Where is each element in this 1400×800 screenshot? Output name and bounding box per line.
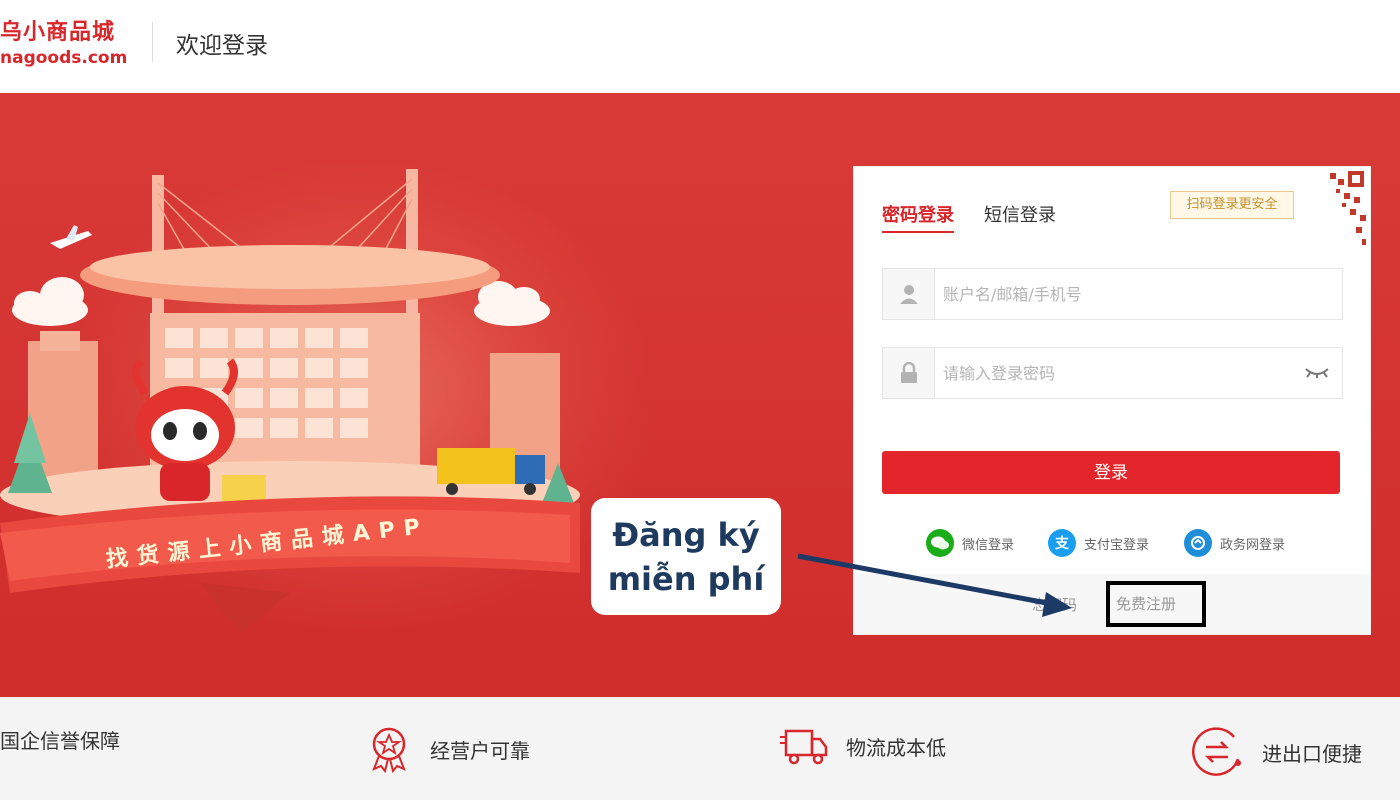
site-logo[interactable]: 乌小商品城 nagoods.com — [0, 20, 127, 68]
free-register-link[interactable]: 免费注册 — [1106, 581, 1206, 627]
feature-item: 经营户可靠 — [366, 725, 530, 773]
user-icon — [883, 269, 935, 319]
password-field — [882, 347, 1343, 399]
annotation-callout: Đăng ký miễn phí — [591, 498, 781, 615]
market-illustration — [0, 169, 580, 633]
eye-closed-icon[interactable] — [1304, 365, 1330, 379]
gov-login-label: 政务网登录 — [1220, 537, 1286, 553]
lock-icon — [883, 348, 935, 398]
login-panel: 密码登录 短信登录 扫码登录更安全 账户名/邮箱/手机号 登录 微信登录 支 支… — [853, 166, 1371, 635]
gov-login-link[interactable]: 政务网登录 — [1184, 529, 1285, 557]
logo-chinese-text: 乌小商品城 — [0, 20, 116, 45]
gov-icon — [1184, 529, 1212, 557]
logo-domain-text: nagoods.com — [0, 48, 128, 68]
features-bar: 国企信誉保障 经营户可靠 物流成本低 进出口便捷 — [0, 697, 1400, 800]
feature-label: 国企信誉保障 — [0, 729, 120, 753]
feature-label: 经营户可靠 — [430, 738, 530, 763]
award-icon — [372, 727, 406, 773]
forgot-password-link[interactable]: 忘密码 — [1032, 594, 1077, 615]
login-button[interactable]: 登录 — [882, 451, 1340, 494]
truck-icon — [780, 729, 828, 765]
login-footer: 忘密码 免费注册 — [854, 574, 1370, 634]
password-input[interactable] — [943, 348, 1303, 398]
site-header: 乌小商品城 nagoods.com 欢迎登录 — [0, 0, 1400, 93]
feature-label: 物流成本低 — [846, 735, 946, 760]
account-input[interactable] — [943, 269, 1303, 319]
annotation-line-1: Đăng ký — [612, 515, 760, 554]
tab-sms-login[interactable]: 短信登录 — [984, 201, 1056, 227]
alipay-login-link[interactable]: 支 支付宝登录 — [1048, 529, 1149, 557]
qr-login-tip[interactable]: 扫码登录更安全 — [1170, 191, 1294, 219]
wechat-login-label: 微信登录 — [962, 537, 1015, 553]
feature-item: 国企信誉保障 — [0, 725, 120, 754]
page-title: 欢迎登录 — [176, 33, 268, 59]
cloud-left-icon — [12, 277, 88, 326]
annotation-line-2: miễn phí — [607, 559, 765, 598]
feature-item: 进出口便捷 — [1190, 725, 1362, 779]
feature-label: 进出口便捷 — [1262, 741, 1362, 766]
alipay-login-label: 支付宝登录 — [1084, 537, 1150, 553]
airplane-icon — [50, 225, 92, 249]
exchange-icon — [1192, 727, 1241, 776]
wechat-icon — [926, 529, 954, 557]
cloud-right-icon — [474, 281, 550, 326]
feature-item: 物流成本低 — [780, 725, 946, 767]
header-divider — [152, 22, 153, 62]
qr-code-icon[interactable] — [1294, 167, 1370, 259]
wechat-login-link[interactable]: 微信登录 — [926, 529, 1014, 557]
alipay-icon: 支 — [1048, 529, 1076, 557]
account-field — [882, 268, 1343, 320]
tab-password-login[interactable]: 密码登录 — [882, 201, 954, 233]
